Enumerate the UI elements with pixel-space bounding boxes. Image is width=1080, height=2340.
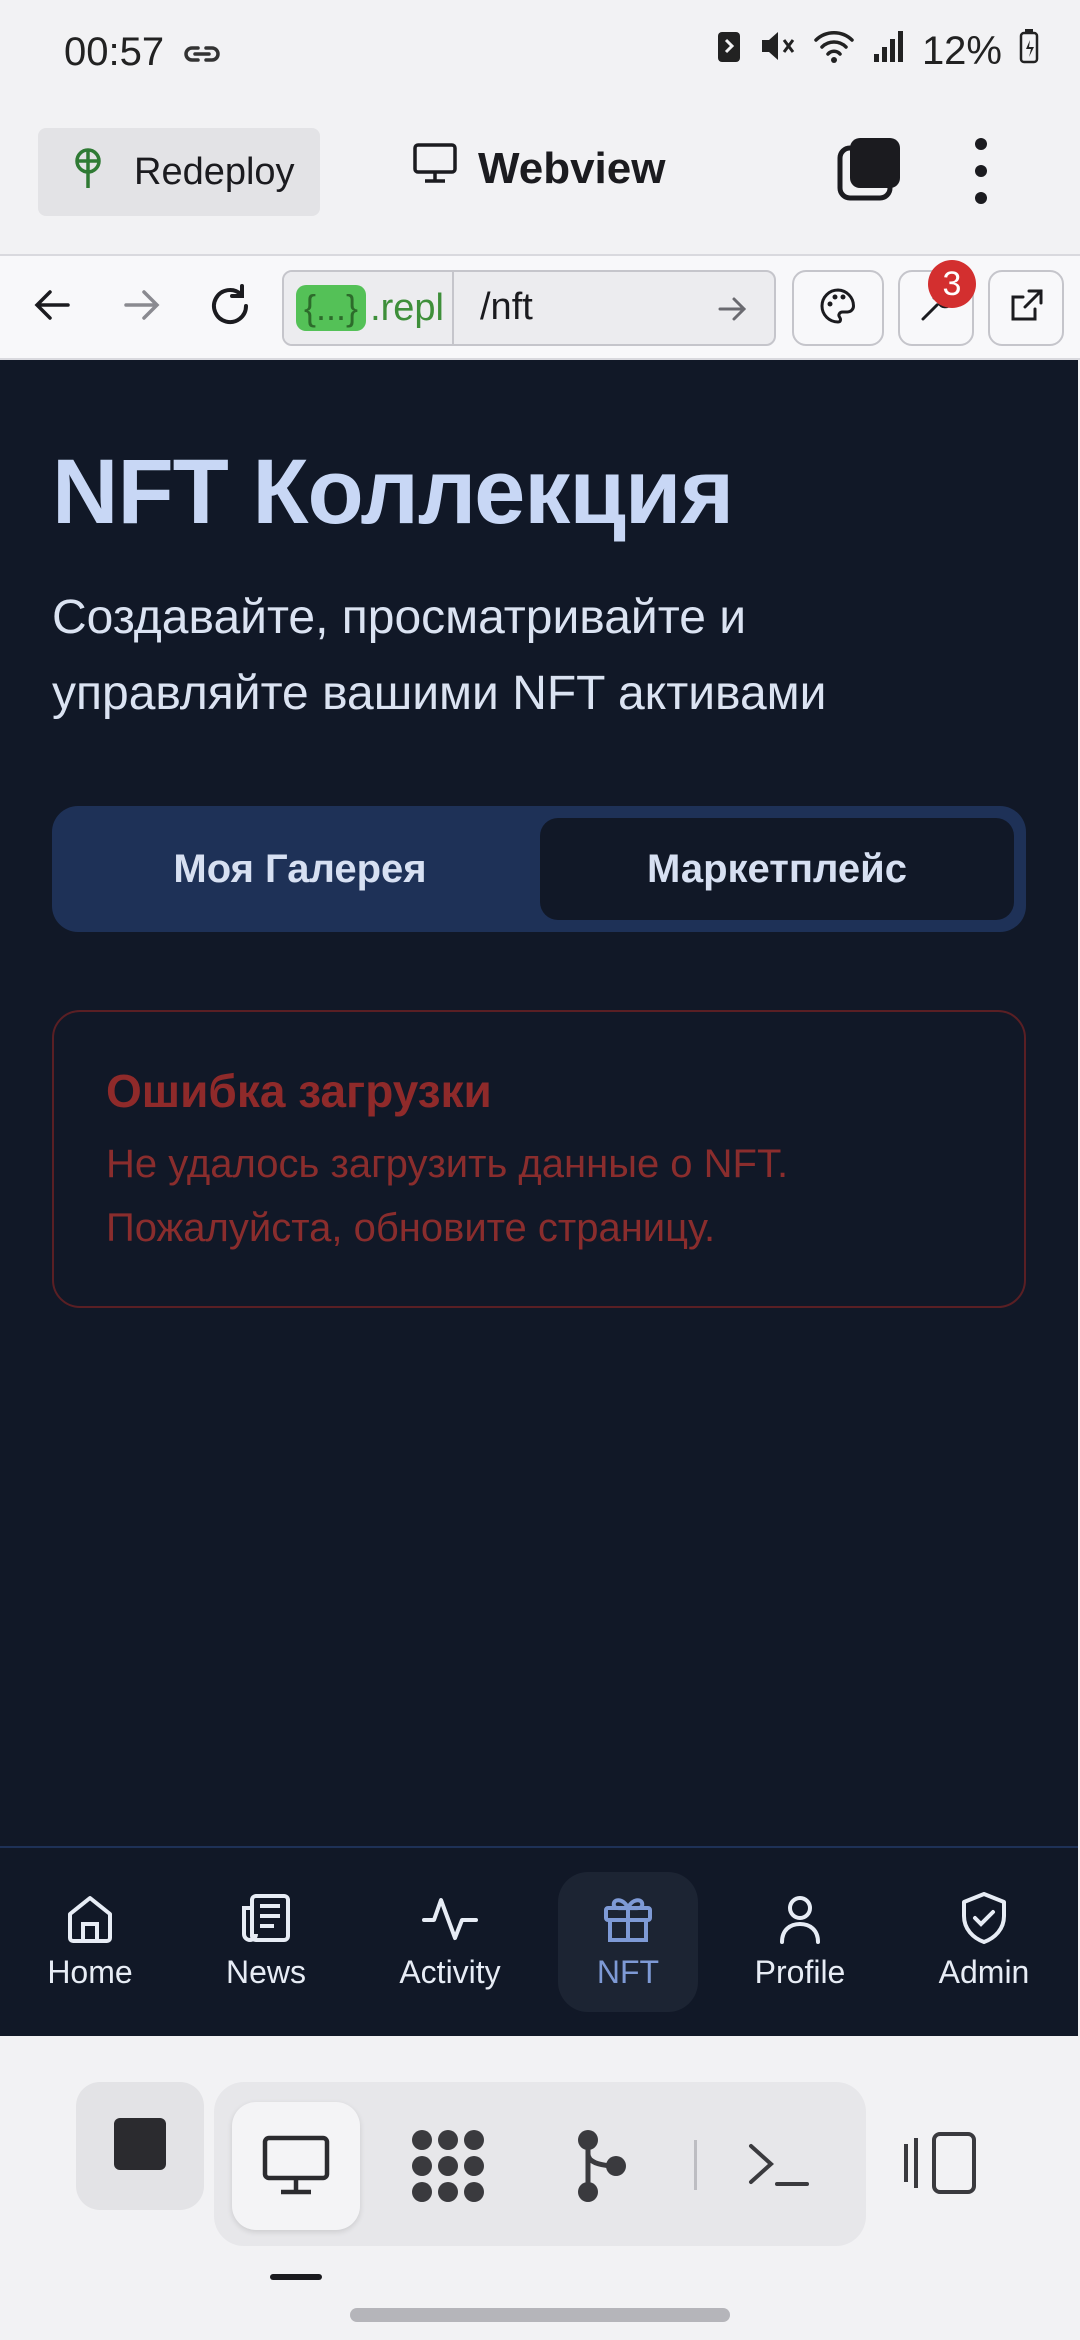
gift-icon [604, 1898, 652, 1942]
agent-dots-icon [412, 2130, 484, 2202]
monitor-icon [412, 142, 458, 195]
home-indicator[interactable] [350, 2308, 730, 2322]
nav-news[interactable]: News [196, 1872, 336, 2012]
shield-check-icon [962, 1892, 1006, 1944]
palette-icon [818, 286, 858, 331]
external-link-icon [1007, 287, 1045, 330]
home-icon [68, 1896, 112, 1943]
newspaper-icon [242, 1894, 290, 1942]
webview-tool-button[interactable] [232, 2102, 360, 2230]
panel-toggle-icon[interactable] [900, 2130, 980, 2201]
host-chip: {...} [296, 285, 367, 331]
stop-icon [112, 2116, 168, 2177]
active-indicator [270, 2274, 322, 2280]
status-icons: 12% [716, 28, 1040, 74]
page-title: NFT Коллекция [52, 441, 734, 543]
url-path[interactable]: /nft [480, 286, 533, 329]
deploy-icon [68, 145, 108, 199]
tab-marketplace[interactable]: Маркетплейс [540, 818, 1014, 920]
wifi-icon [812, 28, 856, 74]
nav-activity-label: Activity [399, 1954, 501, 1990]
nav-profile[interactable]: Profile [730, 1872, 870, 2012]
go-arrow-icon[interactable] [716, 292, 750, 331]
terminal-icon [749, 2144, 809, 2186]
url-host: {...} .repl [284, 272, 454, 344]
nav-admin[interactable]: Admin [914, 1872, 1054, 2012]
gallery-tab-switcher: Моя Галерея Маркетплейс [52, 806, 1026, 932]
monitor-icon [262, 2135, 330, 2195]
shell-tool-button[interactable] [714, 2102, 842, 2230]
error-message: Не удалось загрузить данные о NFT. Пожал… [106, 1142, 789, 1250]
user-icon [780, 1896, 820, 1944]
error-title: Ошибка загрузки [106, 1065, 492, 1117]
status-bar: 00:57 12% [0, 0, 1080, 112]
page-subtitle: Создавайте, просматривайте и управляйте … [52, 591, 827, 720]
sim-icon [716, 28, 742, 74]
tool-dock [214, 2082, 866, 2246]
agent-tool-button[interactable] [384, 2102, 512, 2230]
nav-home-label: Home [47, 1954, 133, 1990]
devtools-badge: 3 [928, 260, 976, 308]
nav-nft-label: NFT [596, 1954, 660, 1990]
nav-news-label: News [225, 1954, 306, 1990]
tab-my-gallery[interactable]: Моя Галерея [64, 818, 536, 920]
app-bar: Redeploy Webview [0, 112, 1080, 254]
dock-divider [694, 2140, 697, 2190]
mute-icon [758, 28, 796, 74]
open-external-button[interactable] [988, 270, 1064, 346]
redeploy-label: Redeploy [134, 150, 295, 193]
host-text: .repl [370, 286, 444, 329]
browser-toolbar: {...} .repl /nft [0, 254, 1080, 360]
webview-title-text: Webview [478, 143, 666, 193]
back-icon[interactable] [30, 282, 76, 333]
redeploy-button[interactable]: Redeploy [38, 128, 320, 216]
webview-title: Webview [412, 142, 665, 195]
stop-button[interactable] [76, 2082, 204, 2210]
palette-button[interactable] [792, 270, 884, 346]
status-time: 00:57 [64, 30, 165, 74]
link-icon [182, 36, 222, 77]
nav-nft[interactable]: NFT [558, 1872, 698, 2012]
nav-activity[interactable]: Activity [380, 1872, 520, 2012]
nav-home[interactable]: Home [20, 1872, 160, 2012]
activity-icon [422, 1898, 478, 1940]
forward-icon[interactable] [118, 282, 164, 333]
nav-admin-label: Admin [938, 1954, 1030, 1990]
more-options-button[interactable] [966, 138, 996, 204]
signal-icon [872, 28, 906, 74]
error-alert: Ошибка загрузки Не удалось загрузить дан… [52, 1010, 1026, 1308]
webview-page: NFT Коллекция Создавайте, просматривайте… [0, 360, 1078, 2036]
git-tool-button[interactable] [536, 2102, 664, 2230]
battery-icon [1018, 28, 1040, 74]
bottom-navigation: Home News Activity NFT Profile Admin [0, 1846, 1078, 2036]
git-branch-icon [578, 2130, 626, 2202]
battery-percent: 12% [921, 28, 1002, 73]
reload-icon[interactable] [206, 282, 254, 335]
url-bar[interactable]: {...} .repl /nft [282, 270, 776, 346]
nav-profile-label: Profile [754, 1954, 846, 1990]
tabs-button[interactable] [836, 136, 902, 202]
